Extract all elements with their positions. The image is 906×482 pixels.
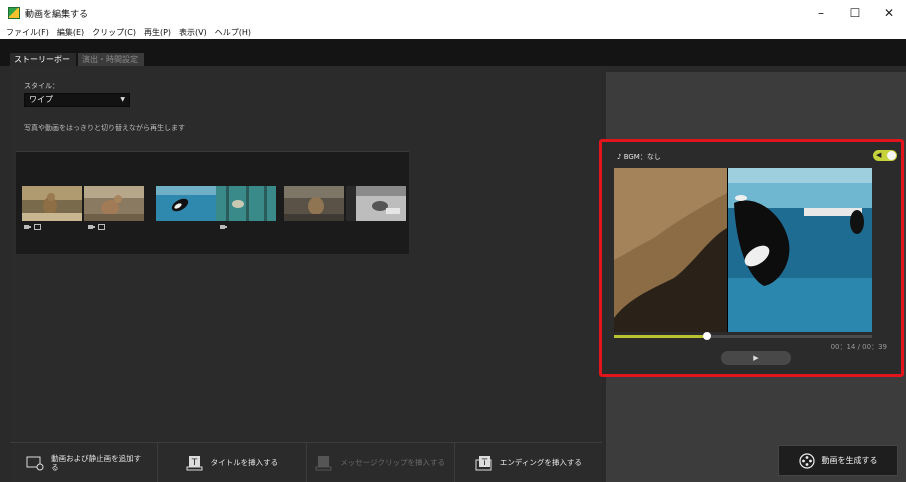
window-title: 動画を編集する [25, 9, 89, 20]
add-media-icon [26, 456, 44, 470]
bottom-toolbar: 動画および静止画を追加す る T タイトルを挿入する メッセージクリップを挿入す… [10, 442, 602, 482]
ending-icon: T [475, 455, 492, 470]
tab-bar: ストーリーボード 演出・時間設定 [0, 53, 906, 77]
menu-bar: ファイル(F) 編集(E) クリップ(C) 再生(P) 表示(V) ヘルプ(H) [0, 26, 906, 39]
tab-storyboard[interactable]: ストーリーボード [10, 53, 76, 77]
speaker-icon: ◀ [876, 151, 882, 159]
close-button[interactable]: ✕ [872, 0, 906, 26]
clip-thumbnail-4[interactable] [216, 186, 276, 221]
insert-title-button[interactable]: T タイトルを挿入する [158, 443, 307, 482]
clip-thumbnail-3[interactable] [156, 186, 216, 221]
minimize-button[interactable]: – [804, 0, 838, 26]
insert-title-label: タイトルを挿入する [210, 458, 279, 467]
clip-icons-1 [24, 224, 41, 230]
bgm-label: ♪ BGM：なし [617, 153, 661, 161]
menu-clip[interactable]: クリップ(C) [92, 27, 136, 38]
window-controls: – ☐ ✕ [804, 0, 906, 26]
app-icon [8, 7, 20, 19]
text-icon [98, 224, 105, 230]
divider [16, 151, 409, 152]
menu-play[interactable]: 再生(P) [144, 27, 171, 38]
add-media-button[interactable]: 動画および静止画を追加す る [10, 443, 159, 482]
insert-ending-label: エンディングを挿入する [499, 458, 582, 467]
style-select[interactable]: ワイプ ▼ [24, 93, 130, 107]
camera-icon [220, 225, 227, 229]
seek-progress [614, 335, 707, 338]
play-icon: ▶ [753, 354, 759, 362]
seek-bar[interactable] [614, 332, 872, 340]
generate-video-label: 動画を生成する [821, 456, 878, 465]
header-strip [0, 39, 906, 53]
clip-thumbnail-1[interactable] [22, 186, 82, 221]
clip-thumbnail-2[interactable] [84, 186, 144, 221]
bgm-toggle[interactable]: ◀ [873, 150, 897, 161]
style-description: 写真や動画をはっきりと切り替えながら再生します [24, 124, 185, 132]
insert-message-button[interactable]: メッセージクリップを挿入する [307, 443, 455, 482]
insert-ending-button[interactable]: T エンディングを挿入する [455, 443, 602, 482]
video-preview[interactable] [614, 168, 872, 332]
toggle-knob [887, 151, 896, 160]
storyboard-strip [16, 151, 409, 254]
timecode: 00：14 / 00：39 [830, 343, 887, 351]
seek-handle[interactable] [702, 332, 711, 340]
clip-thumbnail-6[interactable] [346, 186, 406, 221]
title-bar: 動画を編集する – ☐ ✕ [0, 0, 906, 26]
clip-icons-2 [88, 224, 105, 230]
add-media-label: 動画および静止画を追加す る [51, 453, 142, 472]
camera-icon [88, 225, 95, 229]
clip-icons-4 [220, 224, 227, 230]
menu-view[interactable]: 表示(V) [179, 27, 207, 38]
insert-message-label: メッセージクリップを挿入する [340, 458, 446, 467]
text-icon [34, 224, 41, 230]
tab-effects-timing[interactable]: 演出・時間設定 [78, 53, 144, 66]
title-icon: T [186, 455, 203, 470]
style-selected-value: ワイプ [29, 95, 53, 104]
generate-video-button[interactable]: 動画を生成する [778, 445, 898, 476]
clip-thumbnail-5[interactable] [284, 186, 344, 221]
menu-edit[interactable]: 編集(E) [57, 27, 84, 38]
style-label: スタイル： [24, 82, 59, 90]
chevron-down-icon: ▼ [120, 96, 125, 103]
menu-help[interactable]: ヘルプ(H) [215, 27, 251, 38]
play-button[interactable]: ▶ [721, 351, 791, 365]
film-reel-icon [798, 452, 815, 469]
menu-file[interactable]: ファイル(F) [6, 27, 49, 38]
message-clip-icon [315, 455, 332, 470]
maximize-button[interactable]: ☐ [838, 0, 872, 26]
camera-icon [24, 225, 31, 229]
storyboard-panel: スタイル： ワイプ ▼ 写真や動画をはっきりと切り替えながら再生します [10, 66, 602, 482]
preview-highlight: ♪ BGM：なし ◀ 00：14 / 00：39 ▶ [599, 139, 904, 377]
